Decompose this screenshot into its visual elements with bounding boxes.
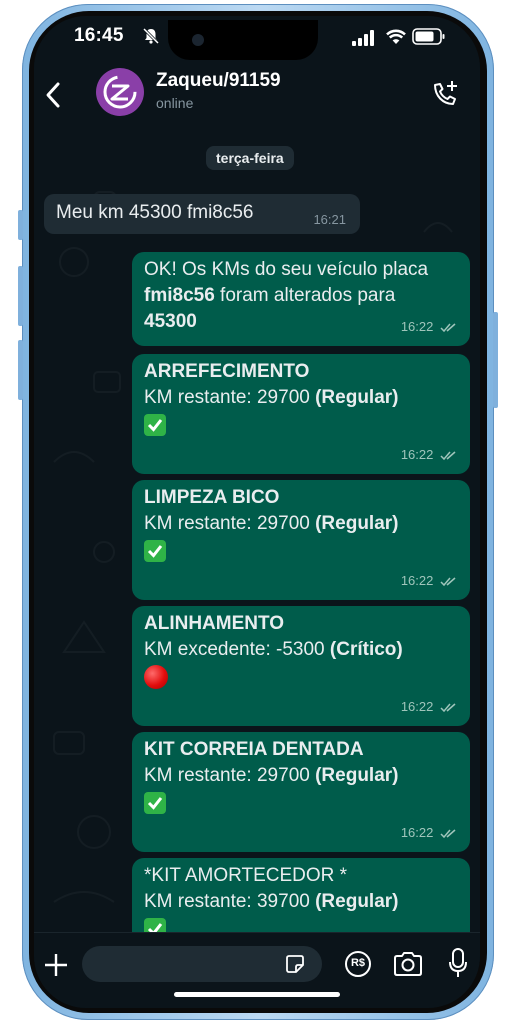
service-title: ALINHAMENTO <box>144 613 285 634</box>
front-camera <box>192 34 204 46</box>
chat-area[interactable]: terça-feira Meu km 45300 fmi8c56 16:21 O… <box>34 132 480 932</box>
incoming-message[interactable]: Meu km 45300 fmi8c56 16:21 <box>44 194 360 234</box>
microphone-icon[interactable] <box>448 947 468 979</box>
message-body: KIT CORREIA DENTADA KM restante: 29700 (… <box>144 737 460 815</box>
message-text: Meu km 45300 fmi8c56 <box>56 202 254 223</box>
km-label: KM restante: 29700 <box>144 765 310 786</box>
dynamic-island <box>168 20 318 60</box>
action-button <box>18 210 23 240</box>
message-body: *KIT AMORTECEDOR * KM restante: 39700 (R… <box>144 863 460 932</box>
date-separator: terça-feira <box>206 146 294 170</box>
read-ticks-icon <box>440 576 456 586</box>
status-label: (Regular) <box>315 387 399 408</box>
message-time: 16:21 <box>313 212 346 227</box>
outgoing-message[interactable]: OK! Os KMs do seu veículo placa fmi8c56 … <box>132 252 470 346</box>
outgoing-message[interactable]: ARREFECIMENTO KM restante: 29700 (Regula… <box>132 354 470 474</box>
volume-up-button <box>18 266 23 326</box>
read-ticks-icon <box>440 702 456 712</box>
power-button <box>493 312 498 408</box>
message-meta: 16:22 <box>401 820 458 846</box>
outgoing-message[interactable]: KIT CORREIA DENTADA KM restante: 29700 (… <box>132 732 470 852</box>
contact-status: online <box>156 95 194 111</box>
back-chevron-icon[interactable] <box>42 78 64 112</box>
message-time: 16:22 <box>400 447 434 462</box>
wifi-icon <box>386 29 406 44</box>
message-meta: 16:22 <box>401 442 458 468</box>
status-label: (Regular) <box>315 765 399 786</box>
message-meta: 16:22 <box>401 568 458 594</box>
avatar[interactable] <box>96 68 144 116</box>
message-body: ARREFECIMENTO KM restante: 29700 (Regula… <box>144 359 460 437</box>
home-indicator[interactable] <box>174 992 340 997</box>
payment-label: R$ <box>350 957 366 969</box>
check-mark-emoji-icon <box>144 413 166 436</box>
screen: 16:45 Zaqueu/91159 online terça-feira Me… <box>34 16 480 1008</box>
service-title: KIT CORREIA DENTADA <box>144 739 364 760</box>
read-ticks-icon <box>440 322 456 332</box>
km-value: 45300 <box>144 311 197 332</box>
message-time: 16:22 <box>400 573 434 588</box>
check-mark-emoji-icon <box>144 917 166 932</box>
outgoing-message[interactable]: *KIT AMORTECEDOR * KM restante: 39700 (R… <box>132 858 470 932</box>
volume-down-button <box>18 340 23 400</box>
vehicle-plate: fmi8c56 <box>144 285 215 306</box>
bell-muted-icon <box>142 27 160 45</box>
service-title: ARREFECIMENTO <box>144 361 310 382</box>
service-title: *KIT AMORTECEDOR * <box>144 865 348 886</box>
outgoing-message[interactable]: LIMPEZA BICO KM restante: 29700 (Regular… <box>132 480 470 600</box>
message-text: foram alterados para <box>214 285 396 306</box>
outgoing-message[interactable]: ALINHAMENTO KM excedente: -5300 (Crítico… <box>132 606 470 726</box>
read-ticks-icon <box>440 450 456 460</box>
cellular-signal-icon <box>352 30 374 46</box>
km-label: KM excedente: -5300 <box>144 639 325 660</box>
sticker-icon[interactable] <box>284 953 306 975</box>
message-body: LIMPEZA BICO KM restante: 29700 (Regular… <box>144 485 460 563</box>
read-ticks-icon <box>440 828 456 838</box>
payment-button[interactable]: R$ <box>344 950 372 978</box>
status-label: (Crítico) <box>329 639 403 660</box>
km-label: KM restante: 29700 <box>144 387 310 408</box>
plus-icon[interactable] <box>42 951 70 979</box>
battery-icon <box>412 28 445 45</box>
status-time: 16:45 <box>74 25 124 46</box>
message-meta: 16:22 <box>401 694 458 720</box>
check-mark-emoji-icon <box>144 791 166 814</box>
status-label: (Regular) <box>315 891 399 912</box>
km-label: KM restante: 29700 <box>144 513 310 534</box>
message-text: OK! Os KMs do seu veículo placa <box>144 259 429 280</box>
contact-name[interactable]: Zaqueu/91159 <box>156 70 281 92</box>
status-label: (Regular) <box>315 513 399 534</box>
message-time: 16:22 <box>400 699 434 714</box>
message-meta: 16:22 <box>401 314 458 340</box>
check-mark-emoji-icon <box>144 539 166 562</box>
service-title: LIMPEZA BICO <box>144 487 280 508</box>
zeta-logo-icon <box>103 75 137 109</box>
message-time: 16:22 <box>400 319 434 334</box>
red-circle-emoji-icon <box>144 665 168 689</box>
status-bar: 16:45 <box>34 16 480 64</box>
message-time: 16:22 <box>400 825 434 840</box>
camera-icon[interactable] <box>392 951 424 977</box>
add-call-icon[interactable] <box>430 78 460 110</box>
message-body: ALINHAMENTO KM excedente: -5300 (Crítico… <box>144 611 460 689</box>
chat-header: Zaqueu/91159 online <box>34 64 480 133</box>
km-label: KM restante: 39700 <box>144 891 310 912</box>
